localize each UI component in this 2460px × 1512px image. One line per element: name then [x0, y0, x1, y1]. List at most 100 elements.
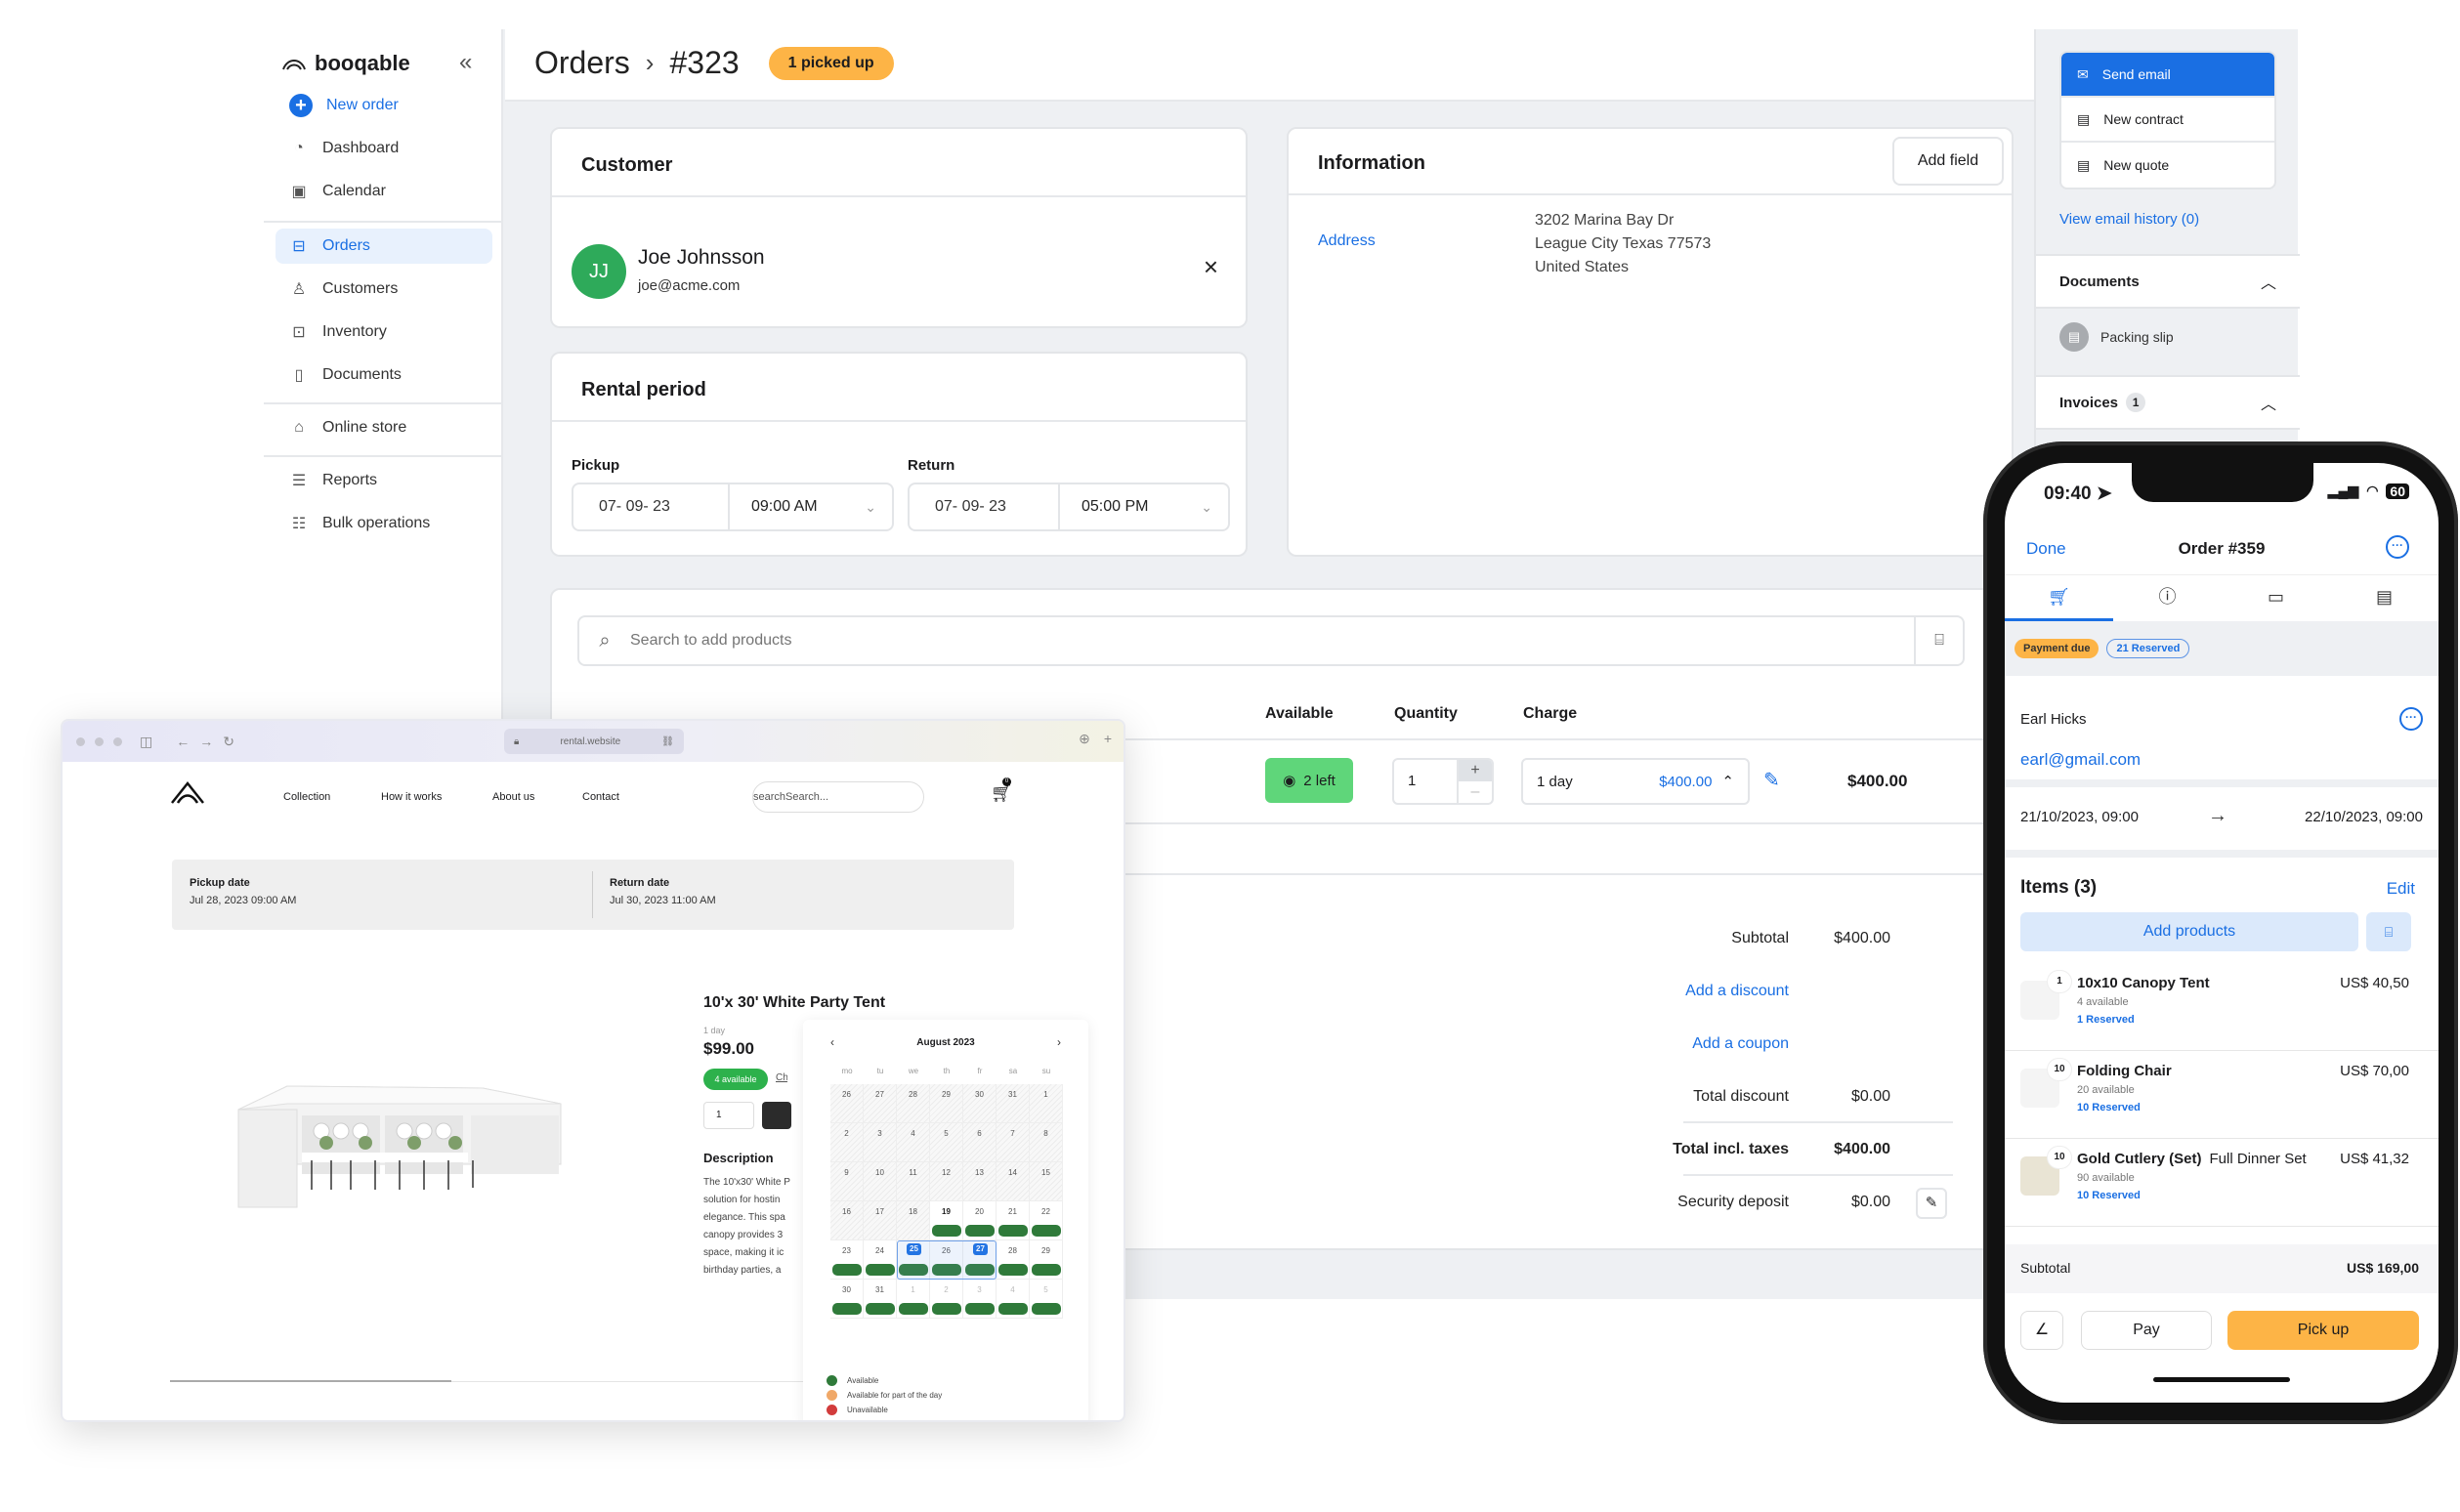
- calendar-day[interactable]: 13: [963, 1162, 997, 1201]
- calendar-day[interactable]: 2: [830, 1123, 864, 1162]
- product-search-input[interactable]: [630, 632, 1914, 650]
- calendar-day[interactable]: 17: [864, 1201, 897, 1240]
- window-maximize-button[interactable]: [113, 736, 122, 746]
- nav-link-how-it-works[interactable]: How it works: [381, 791, 442, 803]
- download-icon[interactable]: ⊕: [1079, 731, 1090, 747]
- brand-logo[interactable]: booqable: [281, 51, 410, 76]
- window-minimize-button[interactable]: [95, 736, 104, 746]
- calendar-day[interactable]: 5: [1030, 1280, 1063, 1319]
- send-email-button[interactable]: ✉ Send email: [2061, 53, 2274, 98]
- calendar-day[interactable]: 1: [897, 1280, 930, 1319]
- calendar-day[interactable]: 28: [997, 1240, 1030, 1280]
- signature-button[interactable]: ∠: [2020, 1311, 2063, 1350]
- calendar-day[interactable]: 27: [864, 1084, 897, 1123]
- edit-deposit-button[interactable]: ✎: [1916, 1188, 1947, 1219]
- calendar-day[interactable]: 15: [1030, 1162, 1063, 1201]
- document-packing-slip[interactable]: ▤ Packing slip: [2059, 322, 2174, 352]
- sidebar-item-orders[interactable]: ⊟ Orders: [276, 229, 492, 264]
- calendar-day[interactable]: 16: [830, 1201, 864, 1240]
- pickup-date-input[interactable]: 07- 09- 23: [573, 484, 730, 529]
- documents-section-header[interactable]: Documents ︿: [2036, 254, 2300, 309]
- cart-icon[interactable]: 🛒︎ 0: [991, 777, 1013, 804]
- calendar-day[interactable]: 11: [897, 1162, 930, 1201]
- return-time-select[interactable]: 05:00 PM ⌄: [1060, 484, 1228, 529]
- sidebar-item-bulk-operations[interactable]: ☷ Bulk operations: [276, 506, 492, 541]
- calendar-day[interactable]: 10: [864, 1162, 897, 1201]
- return-date-input[interactable]: 07- 09- 23: [910, 484, 1060, 529]
- calendar-day[interactable]: 9: [830, 1162, 864, 1201]
- calendar-day[interactable]: 22: [1030, 1201, 1063, 1240]
- edit-price-icon[interactable]: ✎: [1763, 768, 1780, 792]
- quantity-input[interactable]: 1: [703, 1102, 754, 1129]
- calendar-day[interactable]: 3: [963, 1280, 997, 1319]
- breadcrumb-orders-link[interactable]: Orders: [534, 45, 630, 81]
- site-logo-icon[interactable]: [170, 779, 205, 812]
- customer-name[interactable]: Joe Johnsson: [638, 246, 765, 270]
- new-tab-icon[interactable]: +: [1104, 731, 1112, 747]
- calendar-day[interactable]: 14: [997, 1162, 1030, 1201]
- calendar-day[interactable]: 18: [897, 1201, 930, 1240]
- pay-button[interactable]: Pay: [2081, 1311, 2212, 1350]
- customer-email-link[interactable]: earl@gmail.com: [2020, 750, 2141, 770]
- add-products-button[interactable]: Add products: [2020, 912, 2358, 951]
- rental-dates-bar[interactable]: Pickup date Jul 28, 2023 09:00 AM Return…: [172, 860, 1014, 930]
- calendar-day[interactable]: 12: [930, 1162, 963, 1201]
- image-carousel-thumb[interactable]: [170, 1380, 451, 1382]
- calendar-day[interactable]: 30: [830, 1280, 864, 1319]
- list-item[interactable]: 1 10x10 Canopy Tent 4 available 1 Reserv…: [2005, 963, 2439, 1051]
- increment-button[interactable]: +: [1459, 760, 1492, 781]
- add-field-button[interactable]: Add field: [1892, 137, 2004, 186]
- customer-more-icon[interactable]: ···: [2399, 707, 2423, 731]
- new-quote-button[interactable]: ▤ New quote: [2061, 143, 2274, 188]
- check-availability-link[interactable]: Che: [776, 1072, 787, 1083]
- charge-select[interactable]: 1 day $400.00 ⌃: [1521, 758, 1750, 805]
- phone-rental-dates[interactable]: 21/10/2023, 09:00 → 22/10/2023, 09:00: [2005, 787, 2439, 850]
- list-item[interactable]: 10 Gold Cutlery (Set) Full Dinner Set 90 …: [2005, 1139, 2439, 1227]
- calendar-day[interactable]: 19: [930, 1201, 963, 1240]
- tab-cart[interactable]: 🛒︎: [2005, 575, 2113, 621]
- invoices-section-header[interactable]: Invoices 1 ︿: [2036, 375, 2300, 430]
- back-icon[interactable]: ←: [176, 734, 190, 749]
- nav-link-collection[interactable]: Collection: [283, 791, 330, 803]
- calendar-day[interactable]: 8: [1030, 1123, 1063, 1162]
- sidebar-item-new-order[interactable]: + New order: [276, 88, 492, 123]
- calendar-day[interactable]: 23: [830, 1240, 864, 1280]
- nav-link-about-us[interactable]: About us: [492, 791, 534, 803]
- nav-link-contact[interactable]: Contact: [582, 791, 619, 803]
- add-to-cart-button[interactable]: [762, 1102, 791, 1129]
- pickup-time-select[interactable]: 09:00 AM ⌄: [730, 484, 892, 529]
- sidebar-item-reports[interactable]: ☰ Reports: [276, 463, 492, 498]
- calendar-day[interactable]: 28: [897, 1084, 930, 1123]
- calendar-day[interactable]: 4: [997, 1280, 1030, 1319]
- tab-documents[interactable]: ▤: [2330, 575, 2439, 621]
- calendar-day[interactable]: 2: [930, 1280, 963, 1319]
- address-bar[interactable]: 🔒︎ rental.website ⛓︎: [504, 729, 684, 754]
- calendar-day[interactable]: 26: [830, 1084, 864, 1123]
- sidebar-item-calendar[interactable]: ▣ Calendar: [276, 174, 492, 209]
- email-history-link[interactable]: View email history (0): [2059, 211, 2199, 228]
- next-month-icon[interactable]: ›: [1057, 1035, 1061, 1049]
- barcode-scan-icon[interactable]: ⌸: [2366, 912, 2411, 951]
- calendar-day[interactable]: 31: [997, 1084, 1030, 1123]
- sidebar-item-inventory[interactable]: ⊡ Inventory: [276, 315, 492, 350]
- calendar-day[interactable]: 20: [963, 1201, 997, 1240]
- barcode-scan-icon[interactable]: ⌸: [1914, 617, 1963, 664]
- window-close-button[interactable]: [76, 736, 85, 746]
- sidebar-toggle-icon[interactable]: ◫: [140, 734, 152, 750]
- tab-info[interactable]: ⓘ: [2113, 575, 2222, 621]
- quantity-input[interactable]: 1: [1394, 760, 1457, 803]
- add-discount-link[interactable]: Add a discount: [1627, 983, 1789, 1000]
- sidebar-item-customers[interactable]: ♙ Customers: [276, 272, 492, 307]
- reload-icon[interactable]: ↻: [223, 734, 234, 750]
- pick-up-button[interactable]: Pick up: [2227, 1311, 2419, 1350]
- calendar-day[interactable]: 29: [930, 1084, 963, 1123]
- sidebar-item-dashboard[interactable]: ◔ Dashboard: [276, 131, 492, 166]
- calendar-day[interactable]: 7: [997, 1123, 1030, 1162]
- sidebar-item-documents[interactable]: ▯ Documents: [276, 357, 492, 393]
- calendar-day[interactable]: 1: [1030, 1084, 1063, 1123]
- calendar-day[interactable]: 21: [997, 1201, 1030, 1240]
- new-contract-button[interactable]: ▤ New contract: [2061, 98, 2274, 143]
- collapse-sidebar-icon[interactable]: «: [459, 49, 472, 76]
- calendar-day[interactable]: 31: [864, 1280, 897, 1319]
- site-search-input[interactable]: searchSearch...: [752, 781, 924, 813]
